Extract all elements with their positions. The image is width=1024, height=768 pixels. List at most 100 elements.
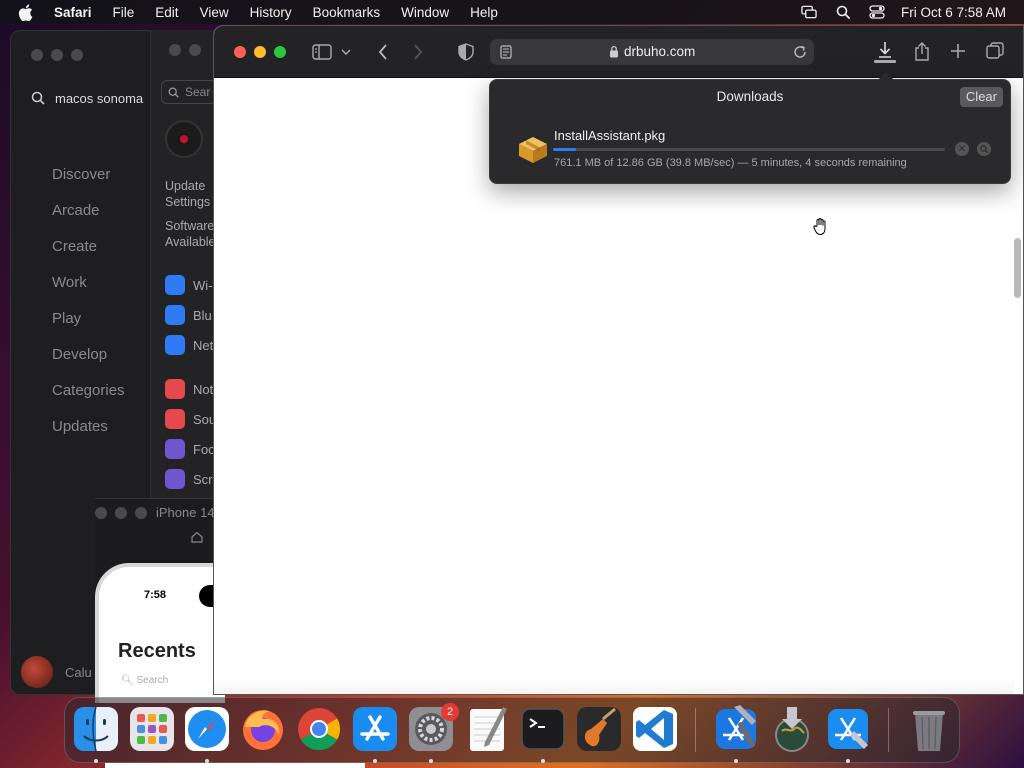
spotlight-icon[interactable] (835, 4, 851, 20)
network-icon (165, 335, 185, 355)
clear-downloads-button[interactable]: Clear (959, 87, 1003, 107)
firefox-icon[interactable] (239, 705, 287, 753)
finder-icon[interactable] (72, 705, 120, 753)
stop-download-icon[interactable]: ✕ (955, 142, 969, 156)
address-bar[interactable]: drbuho.com (490, 39, 814, 65)
settings-item-wifi[interactable]: Wi- (165, 270, 216, 300)
search-icon (168, 87, 179, 98)
new-tab-icon[interactable] (947, 40, 969, 62)
profile-icon[interactable] (165, 120, 203, 158)
back-icon[interactable] (372, 41, 394, 63)
notification-badge: 2 (441, 703, 459, 721)
close-button[interactable] (169, 44, 181, 56)
menu-file[interactable]: File (113, 5, 135, 20)
sidebar-item-play[interactable]: Play (52, 310, 125, 346)
zoom-button[interactable] (135, 507, 147, 519)
minimize-button[interactable] (51, 49, 63, 61)
wifi-icon (165, 275, 185, 295)
textedit-icon[interactable] (463, 705, 511, 753)
app-store-sidebar: Discover Arcade Create Work Play Develop… (52, 166, 125, 454)
safari-icon[interactable] (183, 705, 231, 753)
minimize-button[interactable] (189, 44, 201, 56)
downloads-icon[interactable] (874, 39, 896, 61)
chrome-icon[interactable] (295, 705, 343, 753)
download-file-name[interactable]: InstallAssistant.pkg (554, 128, 665, 143)
apple-menu-icon[interactable] (18, 3, 36, 21)
simulator-icon[interactable] (824, 705, 872, 753)
terminal-icon[interactable] (519, 705, 567, 753)
iphone-screen[interactable]: 7:58 Recents 🔍︎ Search (95, 563, 225, 703)
window-controls (31, 49, 83, 61)
menu-clock[interactable]: Fri Oct 6 7:58 AM (901, 5, 1006, 20)
sidebar-toggle-icon[interactable] (311, 41, 333, 63)
hand-cursor-icon (813, 218, 826, 236)
settings-item-sound[interactable]: Sou (165, 404, 216, 434)
dock-separator (888, 708, 889, 752)
control-center-icon[interactable] (869, 4, 885, 20)
software-update-label[interactable]: Software Available (165, 218, 216, 250)
close-button[interactable] (31, 49, 43, 61)
garageband-icon[interactable] (575, 705, 623, 753)
phone-time: 7:58 (144, 589, 167, 601)
chevron-down-icon[interactable] (339, 41, 353, 63)
zoom-button[interactable] (274, 46, 286, 58)
window-controls (95, 507, 147, 519)
menu-app-name[interactable]: Safari (54, 5, 92, 20)
app-store-icon[interactable] (351, 705, 399, 753)
download-status: 761.1 MB of 12.86 GB (39.8 MB/sec) — 5 m… (554, 157, 907, 169)
vscode-icon[interactable] (631, 705, 679, 753)
sidebar-item-work[interactable]: Work (52, 274, 125, 310)
tab-overview-icon[interactable] (984, 40, 1006, 62)
home-icon[interactable] (191, 531, 203, 543)
privacy-shield-icon[interactable] (455, 41, 477, 63)
menu-bookmarks[interactable]: Bookmarks (313, 5, 381, 20)
installer-icon[interactable] (768, 705, 816, 753)
settings-item-focus[interactable]: Foc (165, 434, 216, 464)
sidebar-item-develop[interactable]: Develop (52, 346, 125, 382)
forward-icon[interactable] (407, 41, 429, 63)
downloads-title: Downloads (716, 89, 784, 104)
menu-window[interactable]: Window (401, 5, 449, 20)
search-input[interactable]: macos sonoma (55, 91, 143, 106)
reveal-in-finder-icon[interactable] (977, 142, 991, 156)
settings-item-network[interactable]: Net (165, 330, 216, 360)
screen-mirroring-icon[interactable] (801, 4, 817, 20)
settings-item-notifications[interactable]: Not (165, 374, 216, 404)
sidebar-item-categories[interactable]: Categories (52, 382, 125, 418)
launchpad-icon[interactable] (128, 705, 176, 753)
xcode-icon[interactable] (712, 705, 760, 753)
settings-item-screen-time[interactable]: Scr (165, 464, 216, 494)
sidebar-item-discover[interactable]: Discover (52, 166, 125, 202)
menu-view[interactable]: View (200, 5, 229, 20)
trash-icon[interactable] (905, 705, 953, 753)
update-settings-label[interactable]: Update Settings (165, 178, 210, 210)
menu-help[interactable]: Help (470, 5, 498, 20)
menu-edit[interactable]: Edit (155, 5, 178, 20)
menu-history[interactable]: History (250, 5, 292, 20)
running-indicator (373, 759, 377, 763)
phone-search[interactable]: 🔍︎ Search (121, 675, 168, 686)
sidebar-item-arcade[interactable]: Arcade (52, 202, 125, 238)
close-button[interactable] (234, 46, 246, 58)
settings-item-bluetooth[interactable]: Blu (165, 300, 216, 330)
minimize-button[interactable] (115, 507, 127, 519)
share-icon[interactable] (911, 40, 933, 62)
page-scrollbar[interactable] (1014, 238, 1021, 298)
close-button[interactable] (95, 507, 107, 519)
safari-toolbar: drbuho.com (214, 26, 1023, 78)
dock: 2 (64, 697, 960, 763)
download-progress-indicator (874, 60, 896, 63)
reload-icon[interactable] (792, 44, 808, 60)
sidebar-item-create[interactable]: Create (52, 238, 125, 274)
page-footer-fade (214, 678, 1014, 694)
update-label-line2: Settings (165, 195, 211, 209)
app-store-search[interactable]: macos sonoma (21, 83, 156, 113)
minimize-button[interactable] (254, 46, 266, 58)
account-button[interactable]: Calu (21, 656, 92, 688)
reader-icon[interactable] (500, 45, 512, 59)
focus-icon (165, 439, 185, 459)
download-progress-bar (553, 148, 945, 151)
zoom-button[interactable] (71, 49, 83, 61)
sidebar-item-updates[interactable]: Updates (52, 418, 125, 454)
running-indicator (94, 759, 98, 763)
